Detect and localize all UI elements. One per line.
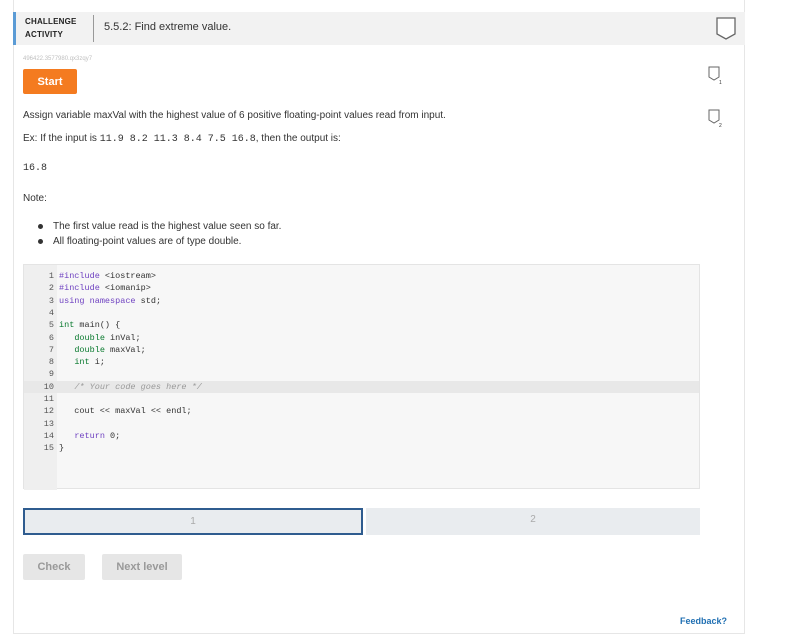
code-line[interactable]: 13 (24, 418, 699, 430)
code-line[interactable]: 4 (24, 307, 699, 319)
code-line[interactable]: 3 using namespace std; (24, 295, 699, 307)
line-number: 15 (43, 443, 54, 454)
feedback-link[interactable]: Feedback? (680, 616, 727, 626)
next-level-button[interactable]: Next level (102, 554, 182, 580)
code-text[interactable]: double inVal; (59, 332, 140, 344)
activity-code-id: 496422.3577980.qx3zqy7 (23, 56, 93, 62)
code-editor[interactable]: 1 #include <iostream> 2 #include <iomanip> 3… (23, 264, 700, 490)
line-number: 8 (48, 357, 54, 368)
level-2-label: 2 (530, 514, 536, 525)
code-line[interactable]: 11 (24, 393, 699, 405)
code-text[interactable]: int i; (59, 356, 105, 368)
code-text[interactable]: int main() { (59, 319, 120, 331)
level-1-tab[interactable]: 1 (23, 508, 363, 535)
level-1-label: 1 (190, 516, 196, 527)
line-number: 10 (43, 381, 54, 392)
line-number: 7 (48, 344, 54, 355)
level-2-tab[interactable]: 2 (366, 508, 700, 535)
example-text: Ex: If the input is 11.9 8.2 11.3 8.4 7.… (23, 133, 341, 145)
line-number: 6 (48, 332, 54, 343)
header-divider (93, 15, 94, 42)
code-text[interactable]: /* Your code goes here */ (59, 381, 202, 393)
code-line[interactable]: 1 #include <iostream> (24, 270, 699, 282)
line-number: 5 (48, 320, 54, 331)
note-label: Note: (23, 193, 47, 204)
level-2-marker-number: 2 (719, 123, 722, 129)
example-output: 16.8 (23, 163, 48, 174)
activity-header: CHALLENGE ACTIVITY 5.5.2: Find extreme v… (13, 12, 745, 45)
code-text[interactable]: cout << maxVal << endl; (59, 405, 191, 417)
line-number: 3 (48, 295, 54, 306)
code-text[interactable]: return 0; (59, 430, 120, 442)
note-item: The first value read is the highest valu… (38, 220, 281, 233)
note-item-text: The first value read is the highest valu… (53, 221, 282, 232)
code-text[interactable]: #include <iostream> (59, 270, 156, 282)
code-line[interactable]: 15} (24, 442, 699, 454)
code-text[interactable]: #include <iomanip> (59, 282, 151, 294)
code-line[interactable]: 6 double inVal; (24, 332, 699, 344)
note-item-text: All floating-point values are of type do… (53, 236, 242, 247)
activity-type-line1: CHALLENGE (25, 17, 77, 26)
bullet-dot (38, 239, 43, 244)
example-input: 11.9 8.2 11.3 8.4 7.5 16.8 (99, 134, 256, 145)
line-number: 4 (48, 307, 54, 318)
prompt-text: Assign variable maxVal with the highest … (23, 110, 446, 121)
note-list: The first value read is the highest valu… (38, 220, 281, 250)
bullet-dot (38, 224, 43, 229)
line-number: 2 (48, 283, 54, 294)
line-number: 1 (48, 271, 54, 281)
code-line[interactable]: 12 cout << maxVal << endl; (24, 405, 699, 417)
example-suffix: , then the output is: (255, 133, 341, 144)
activity-type-line2: ACTIVITY (25, 30, 64, 39)
code-text[interactable]: using namespace std; (59, 295, 161, 307)
code-text[interactable]: } (59, 442, 64, 454)
code-line[interactable]: 10 /* Your code goes here */ (24, 380, 699, 393)
code-line[interactable]: 14 return 0; (24, 430, 699, 442)
line-number: 13 (43, 418, 54, 429)
check-button[interactable]: Check (23, 554, 85, 580)
line-number: 14 (43, 430, 54, 441)
example-prefix: Ex: If the input is (23, 133, 100, 144)
completion-badge-icon (716, 17, 736, 40)
line-number: 9 (48, 369, 54, 380)
code-line[interactable]: 2 #include <iomanip> (24, 282, 699, 294)
code-line[interactable]: 8 int i; (24, 356, 699, 368)
code-line[interactable]: 5 int main() { (24, 319, 699, 331)
code-line[interactable]: 7 double maxVal; (24, 344, 699, 356)
start-button[interactable]: Start (23, 69, 77, 94)
header-accent-bar (13, 12, 16, 45)
code-line[interactable]: 9 (24, 368, 699, 380)
line-number: 11 (43, 394, 54, 404)
line-number: 12 (43, 406, 54, 417)
level-1-marker-number: 1 (719, 80, 722, 86)
activity-title: 5.5.2: Find extreme value. (104, 21, 232, 33)
note-item: All floating-point values are of type do… (38, 235, 281, 248)
activity-type-label: CHALLENGE ACTIVITY (25, 15, 77, 41)
code-text[interactable]: double maxVal; (59, 344, 145, 356)
